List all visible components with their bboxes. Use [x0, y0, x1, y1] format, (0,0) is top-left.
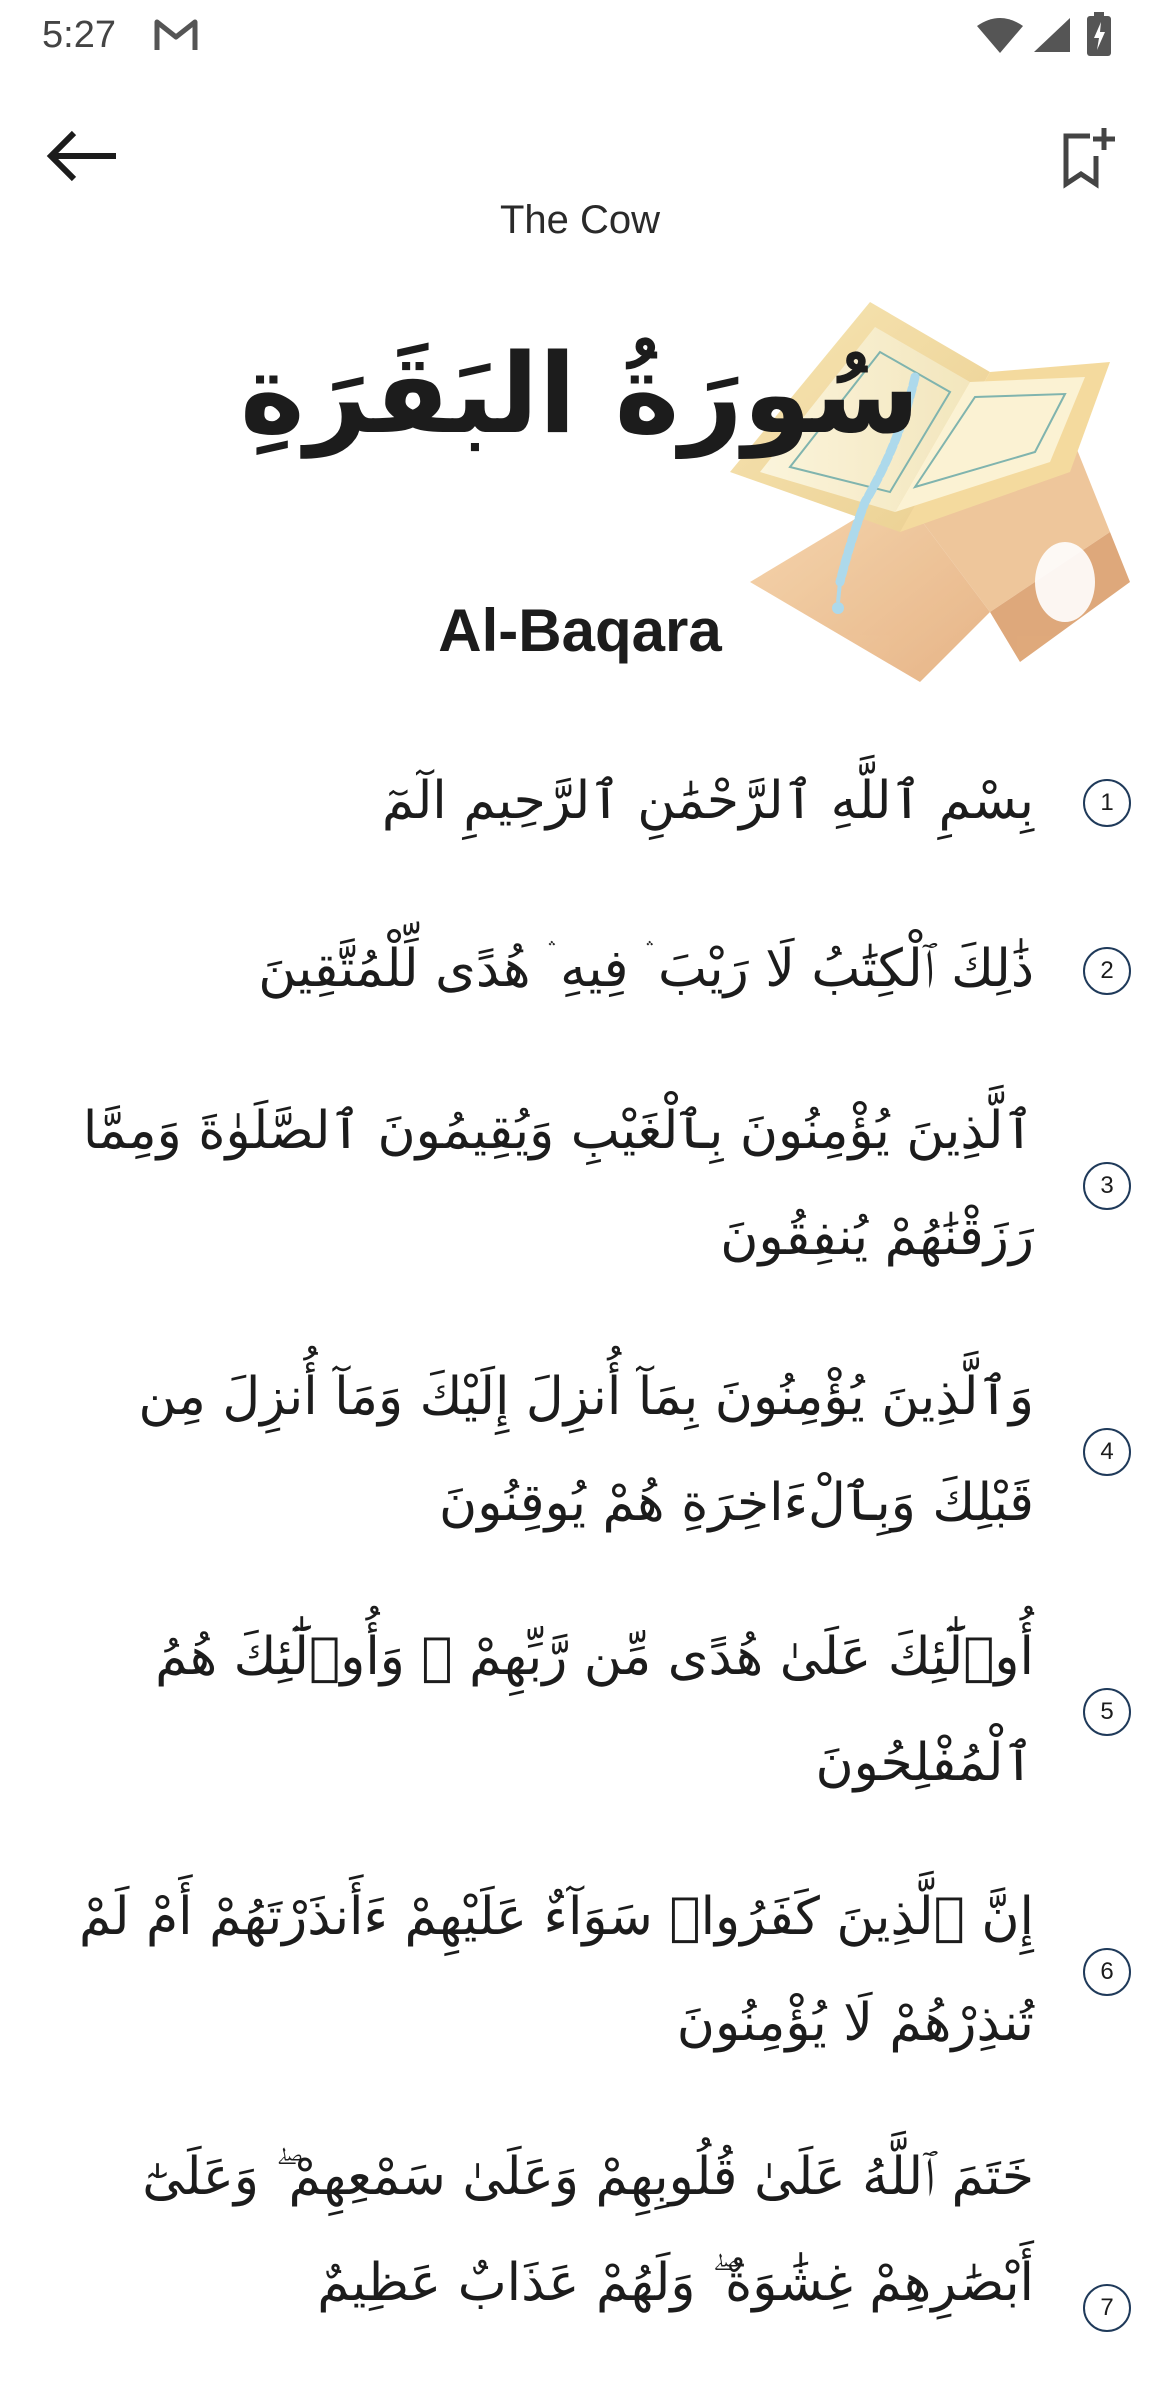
status-time: 5:27	[42, 14, 116, 56]
wifi-icon	[977, 18, 1023, 53]
arrow-left-icon	[46, 130, 116, 182]
verse-number-badge: 4	[1083, 1428, 1131, 1476]
verse-text: ذَٰلِكَ ٱلْكِتَٰبُ لَا رَيْبَ ۛ فِيهِ ۛ …	[258, 939, 1034, 999]
battery-icon	[1087, 12, 1111, 56]
verse-number-badge: 5	[1083, 1688, 1131, 1736]
verse-text: إِنَّ ٱلَّذِينَ كَفَرُوا۟ سَوَآءٌ عَلَيْ…	[78, 1887, 1034, 2053]
verse-text: خَتَمَ ٱللَّهُ عَلَىٰ قُلُوبِهِمْ وَعَلَ…	[142, 2147, 1034, 2313]
verse-item[interactable]: ٱلَّذِينَ يُؤْمِنُونَ بِٱلْغَيْبِ وَيُقِ…	[0, 1078, 1160, 1294]
status-bar: 5:27	[0, 0, 1160, 70]
verse-item[interactable]: بِسْمِ ٱللَّهِ ٱلرَّحْمَٰنِ ٱلرَّحِيمِ ا…	[0, 748, 1160, 858]
back-button[interactable]	[36, 116, 128, 196]
verse-number-badge: 2	[1083, 947, 1131, 995]
verse-item[interactable]: وَٱلَّذِينَ يُؤْمِنُونَ بِمَآ أُنزِلَ إِ…	[0, 1344, 1160, 1560]
verse-item[interactable]: ذَٰلِكَ ٱلْكِتَٰبُ لَا رَيْبَ ۛ فِيهِ ۛ …	[0, 916, 1160, 1026]
surah-screen: 5:27 The Cow سُورَةُ البَقَرَةِ Al-Baqar…	[0, 0, 1160, 2400]
verse-text: أُو۟لَٰٓئِكَ عَلَىٰ هُدًى مِّن رَّبِّهِم…	[155, 1627, 1034, 1793]
bookmark-add-button[interactable]	[1042, 116, 1134, 200]
verse-number-badge: 3	[1083, 1162, 1131, 1210]
verse-number-badge: 1	[1083, 779, 1131, 827]
verse-item[interactable]: أُو۟لَٰٓئِكَ عَلَىٰ هُدًى مِّن رَّبِّهِم…	[0, 1604, 1160, 1820]
verse-item[interactable]: خَتَمَ ٱللَّهُ عَلَىٰ قُلُوبِهِمْ وَعَلَ…	[0, 2124, 1160, 2400]
verse-item[interactable]: إِنَّ ٱلَّذِينَ كَفَرُوا۟ سَوَآءٌ عَلَيْ…	[0, 1864, 1160, 2080]
verse-text: بِسْمِ ٱللَّهِ ٱلرَّحْمَٰنِ ٱلرَّحِيمِ ا…	[381, 771, 1034, 831]
surah-english-name: The Cow	[499, 198, 661, 242]
verse-text: ٱلَّذِينَ يُؤْمِنُونَ بِٱلْغَيْبِ وَيُقِ…	[82, 1101, 1034, 1267]
surah-transliteration: Al-Baqara	[438, 597, 722, 664]
surah-arabic-name: سُورَةُ البَقَرَةِ	[239, 330, 921, 458]
verse-text: وَٱلَّذِينَ يُؤْمِنُونَ بِمَآ أُنزِلَ إِ…	[138, 1367, 1034, 1533]
signal-icon	[1034, 18, 1070, 52]
bookmark-add-icon	[1063, 128, 1115, 189]
verse-number-badge: 6	[1083, 1948, 1131, 1996]
verse-number-badge: 7	[1083, 2284, 1131, 2332]
gmail-icon	[154, 19, 198, 50]
